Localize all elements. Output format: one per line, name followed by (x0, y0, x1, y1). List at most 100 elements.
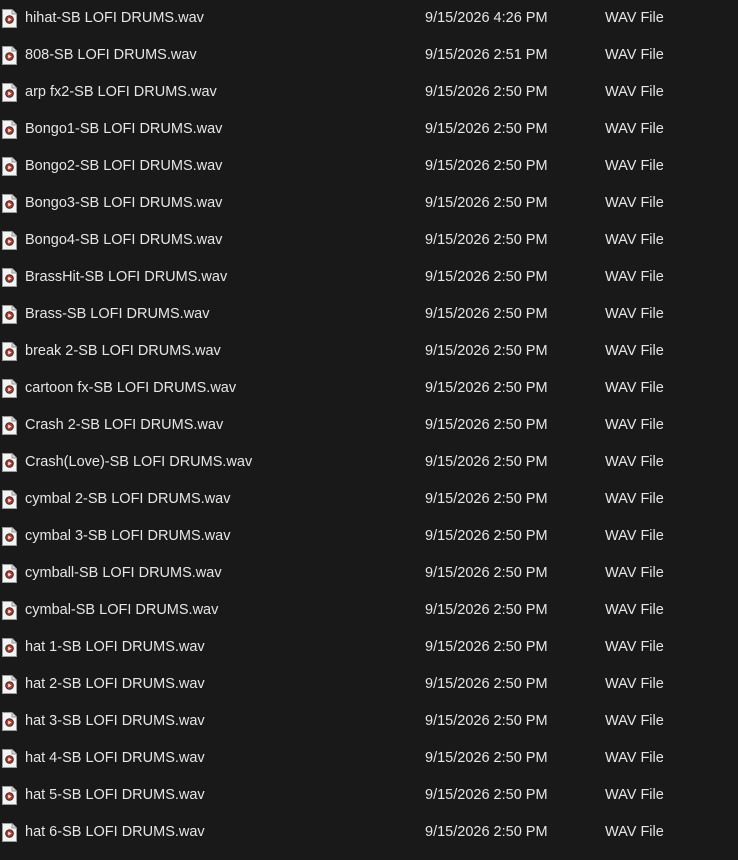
wav-file-icon (2, 83, 17, 102)
wav-file-icon (2, 786, 17, 805)
file-name: cymball-SB LOFI DRUMS.wav (25, 565, 222, 581)
file-date-modified: 9/15/2026 2:50 PM (425, 343, 548, 359)
file-type: WAV File (605, 454, 664, 470)
wav-file-icon (2, 527, 17, 546)
file-type: WAV File (605, 306, 664, 322)
file-type: WAV File (605, 787, 664, 803)
file-row[interactable]: cymball-SB LOFI DRUMS.wav 9/15/2026 2:50… (0, 564, 738, 601)
file-row[interactable]: Bongo1-SB LOFI DRUMS.wav 9/15/2026 2:50 … (0, 120, 738, 157)
file-row[interactable]: cymbal-SB LOFI DRUMS.wav 9/15/2026 2:50 … (0, 601, 738, 638)
file-row[interactable]: Crash(Love)-SB LOFI DRUMS.wav 9/15/2026 … (0, 453, 738, 490)
file-date-modified: 9/15/2026 2:50 PM (425, 269, 548, 285)
file-type: WAV File (605, 232, 664, 248)
file-type: WAV File (605, 269, 664, 285)
wav-file-icon (2, 638, 17, 657)
file-row[interactable]: Bongo4-SB LOFI DRUMS.wav 9/15/2026 2:50 … (0, 231, 738, 268)
file-name: hat 2-SB LOFI DRUMS.wav (25, 676, 205, 692)
file-type: WAV File (605, 158, 664, 174)
file-date-modified: 9/15/2026 2:50 PM (425, 417, 548, 433)
file-row[interactable]: hihat-SB LOFI DRUMS.wav 9/15/2026 4:26 P… (0, 9, 738, 46)
file-row[interactable]: Crash 2-SB LOFI DRUMS.wav 9/15/2026 2:50… (0, 416, 738, 453)
file-name: Bongo3-SB LOFI DRUMS.wav (25, 195, 223, 211)
file-type: WAV File (605, 10, 664, 26)
file-row[interactable]: cartoon fx-SB LOFI DRUMS.wav 9/15/2026 2… (0, 379, 738, 416)
file-type: WAV File (605, 639, 664, 655)
file-type: WAV File (605, 676, 664, 692)
file-date-modified: 9/15/2026 2:50 PM (425, 824, 548, 840)
wav-file-icon (2, 712, 17, 731)
file-date-modified: 9/15/2026 2:50 PM (425, 306, 548, 322)
file-name: hat 4-SB LOFI DRUMS.wav (25, 750, 205, 766)
file-row[interactable]: Brass-SB LOFI DRUMS.wav 9/15/2026 2:50 P… (0, 305, 738, 342)
file-name: hat 6-SB LOFI DRUMS.wav (25, 824, 205, 840)
file-row[interactable]: hat 5-SB LOFI DRUMS.wav 9/15/2026 2:50 P… (0, 786, 738, 823)
file-name: Crash(Love)-SB LOFI DRUMS.wav (25, 454, 253, 470)
file-type: WAV File (605, 824, 664, 840)
file-date-modified: 9/15/2026 2:50 PM (425, 454, 548, 470)
file-row[interactable]: hat 4-SB LOFI DRUMS.wav 9/15/2026 2:50 P… (0, 749, 738, 786)
file-date-modified: 9/15/2026 2:50 PM (425, 639, 548, 655)
file-date-modified: 9/15/2026 2:50 PM (425, 195, 548, 211)
file-type: WAV File (605, 417, 664, 433)
file-name: cymbal 2-SB LOFI DRUMS.wav (25, 491, 231, 507)
wav-file-icon (2, 601, 17, 620)
file-date-modified: 9/15/2026 2:50 PM (425, 750, 548, 766)
wav-file-icon (2, 675, 17, 694)
file-name: Brass-SB LOFI DRUMS.wav (25, 306, 210, 322)
file-date-modified: 9/15/2026 2:50 PM (425, 602, 548, 618)
file-row[interactable]: Bongo2-SB LOFI DRUMS.wav 9/15/2026 2:50 … (0, 157, 738, 194)
file-name: cymbal 3-SB LOFI DRUMS.wav (25, 528, 231, 544)
file-row[interactable]: BrassHit-SB LOFI DRUMS.wav 9/15/2026 2:5… (0, 268, 738, 305)
file-row[interactable]: break 2-SB LOFI DRUMS.wav 9/15/2026 2:50… (0, 342, 738, 379)
wav-file-icon (2, 305, 17, 324)
file-date-modified: 9/15/2026 2:50 PM (425, 84, 548, 100)
file-type: WAV File (605, 713, 664, 729)
file-row[interactable]: hat 6-SB LOFI DRUMS.wav 9/15/2026 2:50 P… (0, 823, 738, 860)
file-row[interactable]: hat 3-SB LOFI DRUMS.wav 9/15/2026 2:50 P… (0, 712, 738, 749)
file-name: break 2-SB LOFI DRUMS.wav (25, 343, 221, 359)
file-date-modified: 9/15/2026 2:50 PM (425, 565, 548, 581)
file-row[interactable]: arp fx2-SB LOFI DRUMS.wav 9/15/2026 2:50… (0, 83, 738, 120)
file-name: cartoon fx-SB LOFI DRUMS.wav (25, 380, 237, 396)
file-name: hat 5-SB LOFI DRUMS.wav (25, 787, 205, 803)
wav-file-icon (2, 157, 17, 176)
file-date-modified: 9/15/2026 2:50 PM (425, 121, 548, 137)
wav-file-icon (2, 46, 17, 65)
file-row[interactable]: hat 1-SB LOFI DRUMS.wav 9/15/2026 2:50 P… (0, 638, 738, 675)
wav-file-icon (2, 379, 17, 398)
file-name: cymbal-SB LOFI DRUMS.wav (25, 602, 219, 618)
wav-file-icon (2, 268, 17, 287)
file-name: Crash 2-SB LOFI DRUMS.wav (25, 417, 224, 433)
wav-file-icon (2, 120, 17, 139)
wav-file-icon (2, 490, 17, 509)
wav-file-icon (2, 231, 17, 250)
file-type: WAV File (605, 491, 664, 507)
file-name: BrassHit-SB LOFI DRUMS.wav (25, 269, 228, 285)
file-type: WAV File (605, 121, 664, 137)
file-name: Bongo1-SB LOFI DRUMS.wav (25, 121, 223, 137)
file-row[interactable]: hat 2-SB LOFI DRUMS.wav 9/15/2026 2:50 P… (0, 675, 738, 712)
wav-file-icon (2, 342, 17, 361)
file-type: WAV File (605, 750, 664, 766)
file-row[interactable]: Bongo3-SB LOFI DRUMS.wav 9/15/2026 2:50 … (0, 194, 738, 231)
file-row[interactable]: 808-SB LOFI DRUMS.wav 9/15/2026 2:51 PM … (0, 46, 738, 83)
file-type: WAV File (605, 565, 664, 581)
wav-file-icon (2, 194, 17, 213)
file-name: arp fx2-SB LOFI DRUMS.wav (25, 84, 217, 100)
file-type: WAV File (605, 380, 664, 396)
file-date-modified: 9/15/2026 2:50 PM (425, 713, 548, 729)
file-date-modified: 9/15/2026 2:50 PM (425, 528, 548, 544)
file-type: WAV File (605, 528, 664, 544)
file-date-modified: 9/15/2026 2:50 PM (425, 491, 548, 507)
file-name: 808-SB LOFI DRUMS.wav (25, 47, 197, 63)
file-row[interactable]: cymbal 2-SB LOFI DRUMS.wav 9/15/2026 2:5… (0, 490, 738, 527)
file-date-modified: 9/15/2026 2:50 PM (425, 158, 548, 174)
file-name: hihat-SB LOFI DRUMS.wav (25, 10, 204, 26)
wav-file-icon (2, 453, 17, 472)
file-type: WAV File (605, 195, 664, 211)
file-list: hihat-SB LOFI DRUMS.wav 9/15/2026 4:26 P… (0, 0, 738, 853)
file-name: Bongo2-SB LOFI DRUMS.wav (25, 158, 223, 174)
file-type: WAV File (605, 47, 664, 63)
file-row[interactable]: cymbal 3-SB LOFI DRUMS.wav 9/15/2026 2:5… (0, 527, 738, 564)
wav-file-icon (2, 416, 17, 435)
